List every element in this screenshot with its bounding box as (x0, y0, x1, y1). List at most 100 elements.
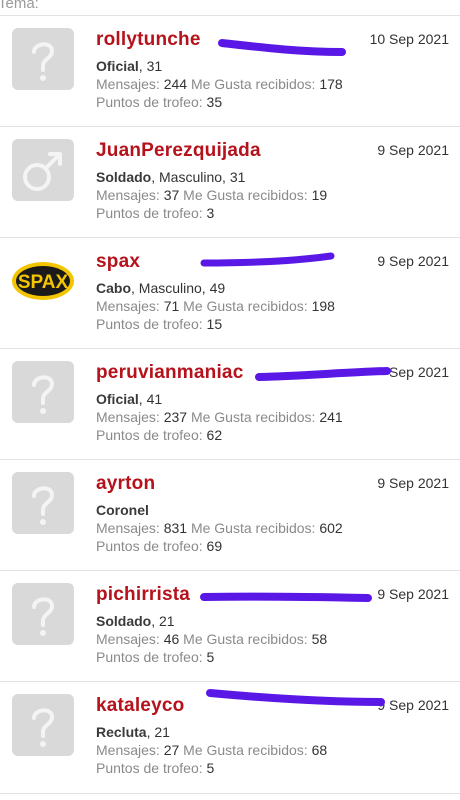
rank-label: Oficial (96, 391, 139, 407)
trophy-label: Puntos de trofeo: (96, 760, 203, 776)
username-link[interactable]: peruvianmaniac (96, 362, 243, 384)
rank-line: Soldado, 21 (96, 612, 175, 630)
username-link[interactable]: spax (96, 251, 140, 273)
question-mark-icon[interactable] (12, 28, 74, 90)
stats-line: Mensajes: 71 Me Gusta recibidos: 198 (96, 297, 335, 315)
likes-label: Me Gusta recibidos: (183, 187, 308, 203)
messages-count: 46 (163, 631, 180, 647)
messages-label: Mensajes: (96, 742, 160, 758)
redaction-scribble (200, 252, 335, 267)
list-item: peruvianmaniac Sep 2021 Oficial, 41 Mens… (0, 348, 460, 459)
trophy-count: 69 (206, 538, 223, 554)
date-label: 9 Sep 2021 (377, 253, 449, 269)
username-link[interactable]: rollytunche (96, 29, 201, 51)
trophy-line: Puntos de trofeo: 15 (96, 315, 222, 333)
likes-label: Me Gusta recibidos: (190, 520, 316, 536)
question-mark-icon[interactable] (12, 361, 74, 423)
messages-label: Mensajes: (96, 187, 160, 203)
trophy-count: 35 (206, 94, 223, 110)
user-details: , 21 (146, 724, 170, 740)
likes-count: 241 (319, 409, 343, 425)
stats-line: Mensajes: 27 Me Gusta recibidos: 68 (96, 741, 327, 759)
likes-count: 19 (311, 187, 328, 203)
trophy-label: Puntos de trofeo: (96, 538, 203, 554)
redaction-scribble (206, 689, 385, 706)
trophy-line: Puntos de trofeo: 5 (96, 648, 214, 666)
likes-count: 178 (319, 76, 343, 92)
question-mark-icon[interactable] (12, 472, 74, 534)
messages-count: 37 (163, 187, 180, 203)
rank-label: Cabo (96, 280, 131, 296)
messages-count: 237 (163, 409, 188, 425)
messages-count: 244 (163, 76, 188, 92)
redaction-scribble (218, 39, 346, 56)
username-link[interactable]: ayrton (96, 473, 155, 495)
likes-count: 602 (319, 520, 343, 536)
spax-logo[interactable]: SPAX (12, 250, 74, 312)
messages-label: Mensajes: (96, 631, 160, 647)
likes-count: 198 (311, 298, 335, 314)
messages-label: Mensajes: (96, 409, 160, 425)
date-label: 9 Sep 2021 (377, 475, 449, 491)
trophy-count: 3 (206, 205, 215, 221)
header: Tema: (0, 0, 460, 16)
likes-count: 58 (311, 631, 328, 647)
list-item: ayrton 9 Sep 2021 Coronel Mensajes: 831 … (0, 459, 460, 570)
likes-label: Me Gusta recibidos: (183, 631, 308, 647)
trophy-count: 5 (206, 649, 215, 665)
date-label: 9 Sep 2021 (377, 697, 449, 713)
trophy-line: Puntos de trofeo: 5 (96, 759, 214, 777)
trophy-line: Puntos de trofeo: 62 (96, 426, 222, 444)
trophy-label: Puntos de trofeo: (96, 649, 203, 665)
date-label: 10 Sep 2021 (369, 31, 449, 47)
trophy-label: Puntos de trofeo: (96, 316, 203, 332)
username-link[interactable]: JuanPerezquijada (96, 140, 261, 162)
rank-line: Coronel (96, 501, 149, 519)
question-mark-icon[interactable] (12, 583, 74, 645)
date-label: 9 Sep 2021 (377, 586, 449, 602)
redaction-scribble (200, 592, 372, 602)
trophy-line: Puntos de trofeo: 35 (96, 93, 222, 111)
stats-line: Mensajes: 37 Me Gusta recibidos: 19 (96, 186, 327, 204)
likes-label: Me Gusta recibidos: (183, 298, 308, 314)
rank-line: Oficial, 41 (96, 390, 162, 408)
likes-label: Me Gusta recibidos: (190, 409, 316, 425)
trophy-label: Puntos de trofeo: (96, 427, 203, 443)
username-link[interactable]: pichirrista (96, 584, 190, 606)
likes-count: 68 (311, 742, 328, 758)
trophy-count: 62 (206, 427, 223, 443)
messages-label: Mensajes: (96, 76, 160, 92)
male-symbol-icon[interactable] (12, 139, 74, 201)
rank-label: Recluta (96, 724, 147, 740)
messages-count: 27 (163, 742, 180, 758)
user-list: rollytunche 10 Sep 2021 Oficial, 31 Mens… (0, 15, 460, 794)
trophy-line: Puntos de trofeo: 3 (96, 204, 214, 222)
question-mark-icon[interactable] (12, 694, 74, 756)
trophy-label: Puntos de trofeo: (96, 205, 203, 221)
date-label: 9 Sep 2021 (377, 142, 449, 158)
trophy-count: 15 (206, 316, 223, 332)
list-item: JuanPerezquijada 9 Sep 2021 Soldado, Mas… (0, 126, 460, 237)
topic-label: Tema: (0, 0, 39, 12)
username-link[interactable]: kataleyco (96, 695, 184, 717)
rank-line: Oficial, 31 (96, 57, 162, 75)
user-details: , Masculino, 31 (151, 169, 246, 185)
list-item: kataleyco 9 Sep 2021 Recluta, 21 Mensaje… (0, 681, 460, 794)
messages-count: 831 (163, 520, 188, 536)
stats-line: Mensajes: 237 Me Gusta recibidos: 241 (96, 408, 343, 426)
svg-text:SPAX: SPAX (18, 272, 69, 293)
redaction-scribble (255, 367, 391, 381)
stats-line: Mensajes: 46 Me Gusta recibidos: 58 (96, 630, 327, 648)
user-details: , Masculino, 49 (131, 280, 226, 296)
likes-label: Me Gusta recibidos: (190, 76, 316, 92)
stats-line: Mensajes: 831 Me Gusta recibidos: 602 (96, 519, 343, 537)
date-label: Sep 2021 (389, 364, 449, 380)
trophy-count: 5 (206, 760, 215, 776)
messages-label: Mensajes: (96, 520, 160, 536)
rank-label: Soldado (96, 613, 152, 629)
rank-label: Soldado (96, 169, 152, 185)
messages-count: 71 (163, 298, 180, 314)
rank-line: Cabo, Masculino, 49 (96, 279, 225, 297)
likes-label: Me Gusta recibidos: (183, 742, 308, 758)
user-details: , 41 (138, 391, 163, 407)
